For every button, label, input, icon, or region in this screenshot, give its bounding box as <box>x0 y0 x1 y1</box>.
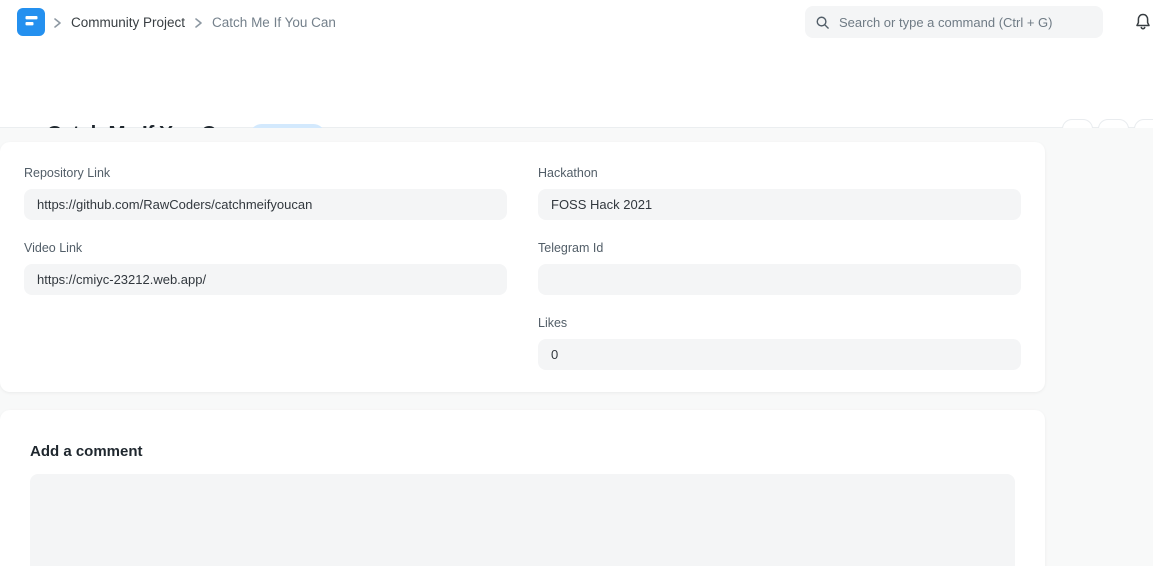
likes-input[interactable] <box>538 339 1021 370</box>
frappe-logo-icon <box>17 8 45 36</box>
field-likes: Likes <box>538 316 1021 370</box>
form-column-left: Repository Link Video Link <box>24 166 507 391</box>
comment-section-heading: Add a comment <box>30 443 1015 460</box>
repository-link-input[interactable] <box>24 189 507 220</box>
field-hackathon: Hackathon <box>538 166 1021 220</box>
hackathon-input[interactable] <box>538 189 1021 220</box>
app-logo[interactable] <box>17 8 45 36</box>
field-label: Telegram Id <box>538 241 1021 255</box>
breadcrumb-item-community-project[interactable]: Community Project <box>71 15 185 30</box>
search-icon <box>815 15 830 30</box>
telegram-id-input[interactable] <box>538 264 1021 295</box>
field-repository-link: Repository Link <box>24 166 507 220</box>
chevron-right-icon <box>53 17 62 29</box>
comment-section-card: Add a comment <box>0 410 1045 566</box>
video-link-input[interactable] <box>24 264 507 295</box>
app-window: Community Project Catch Me If You Can <box>0 0 1153 566</box>
field-label: Likes <box>538 316 1021 330</box>
page-head: Catch Me If You Can Enabled <box>0 45 1153 128</box>
field-video-link: Video Link <box>24 241 507 295</box>
breadcrumb-item-current: Catch Me If You Can <box>212 15 336 30</box>
field-label: Hackathon <box>538 166 1021 180</box>
navbar: Community Project Catch Me If You Can <box>0 0 1153 46</box>
search-input[interactable] <box>837 14 1093 31</box>
comment-input[interactable] <box>30 474 1015 566</box>
bell-icon <box>1134 12 1152 32</box>
field-telegram-id: Telegram Id <box>538 241 1021 295</box>
form-column-right: Hackathon Telegram Id Likes <box>538 166 1021 391</box>
breadcrumb: Community Project Catch Me If You Can <box>53 0 336 45</box>
global-search[interactable] <box>805 6 1103 38</box>
field-label: Video Link <box>24 241 507 255</box>
chevron-right-icon <box>194 17 203 29</box>
field-label: Repository Link <box>24 166 507 180</box>
form-section-card: Repository Link Video Link Hackathon Tel… <box>0 142 1045 392</box>
form-grid: Repository Link Video Link Hackathon Tel… <box>0 142 1045 391</box>
content-area: Repository Link Video Link Hackathon Tel… <box>0 128 1153 566</box>
notifications-button[interactable] <box>1132 10 1153 34</box>
